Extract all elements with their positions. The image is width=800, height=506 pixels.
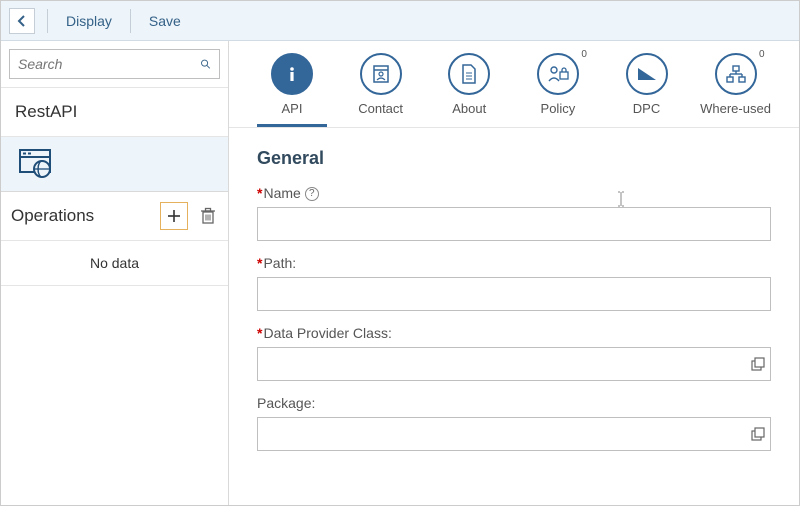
info-icon	[282, 64, 302, 84]
input-package[interactable]	[257, 417, 771, 451]
input-path[interactable]	[257, 277, 771, 311]
field-name: *Name?	[257, 185, 771, 241]
search-wrap	[1, 41, 228, 88]
toolbar-separator	[130, 9, 131, 33]
field-dpc: *Data Provider Class:	[257, 325, 771, 381]
input-name[interactable]	[257, 207, 771, 241]
tab-dpc[interactable]: DPC	[612, 53, 682, 127]
text-cursor-icon	[616, 191, 626, 207]
back-button[interactable]	[9, 8, 35, 34]
search-icon	[200, 55, 211, 73]
label-path: *Path:	[257, 255, 771, 271]
tab-badge: 0	[759, 49, 765, 60]
add-operation-button[interactable]	[160, 202, 188, 230]
chevron-left-icon	[16, 15, 28, 27]
operations-header: Operations	[1, 192, 228, 241]
resource-row[interactable]	[1, 137, 228, 192]
tab-api[interactable]: API	[257, 53, 327, 127]
document-icon	[459, 63, 479, 85]
field-package: Package:	[257, 395, 771, 451]
label-package: Package:	[257, 395, 771, 411]
sidebar: RestAPI Operations	[1, 41, 229, 505]
dpc-icon	[636, 64, 658, 84]
app-root: Display Save RestAPI	[0, 0, 800, 506]
toolbar-separator	[47, 9, 48, 33]
operations-label: Operations	[11, 206, 160, 226]
tab-about[interactable]: About	[434, 53, 504, 127]
value-help-icon	[751, 357, 765, 371]
main: API Contact About 0	[229, 41, 799, 505]
display-button[interactable]: Display	[60, 13, 118, 29]
body: RestAPI Operations	[1, 41, 799, 505]
input-dpc[interactable]	[257, 347, 771, 381]
plus-icon	[167, 209, 181, 223]
tab-label: API	[282, 101, 303, 116]
tab-label: Policy	[541, 101, 576, 116]
tab-label: Where-used	[700, 101, 771, 116]
tab-label: About	[452, 101, 486, 116]
tab-where-used[interactable]: 0 Where-used	[700, 53, 771, 127]
toolbar: Display Save	[1, 1, 799, 41]
hierarchy-icon	[725, 64, 747, 84]
save-button[interactable]: Save	[143, 13, 187, 29]
trash-icon	[200, 207, 216, 225]
browser-globe-icon	[19, 149, 53, 179]
object-title: RestAPI	[1, 88, 228, 137]
tab-label: Contact	[358, 101, 403, 116]
policy-icon	[546, 63, 570, 85]
form-general: General *Name? *Path:	[229, 128, 799, 485]
section-title: General	[257, 148, 771, 169]
search-input[interactable]	[18, 56, 200, 72]
search-box[interactable]	[9, 49, 220, 79]
value-help-button[interactable]	[751, 357, 765, 371]
contact-icon	[370, 63, 392, 85]
label-dpc: *Data Provider Class:	[257, 325, 771, 341]
operations-empty: No data	[1, 241, 228, 286]
tab-label: DPC	[633, 101, 660, 116]
tab-badge: 0	[581, 49, 587, 60]
help-icon[interactable]: ?	[305, 187, 319, 201]
value-help-icon	[751, 427, 765, 441]
tab-contact[interactable]: Contact	[346, 53, 416, 127]
delete-operation-button[interactable]	[198, 206, 218, 226]
tab-policy[interactable]: 0 Policy	[523, 53, 593, 127]
tabs: API Contact About 0	[229, 41, 799, 128]
value-help-button[interactable]	[751, 427, 765, 441]
field-path: *Path:	[257, 255, 771, 311]
label-name: *Name?	[257, 185, 771, 201]
